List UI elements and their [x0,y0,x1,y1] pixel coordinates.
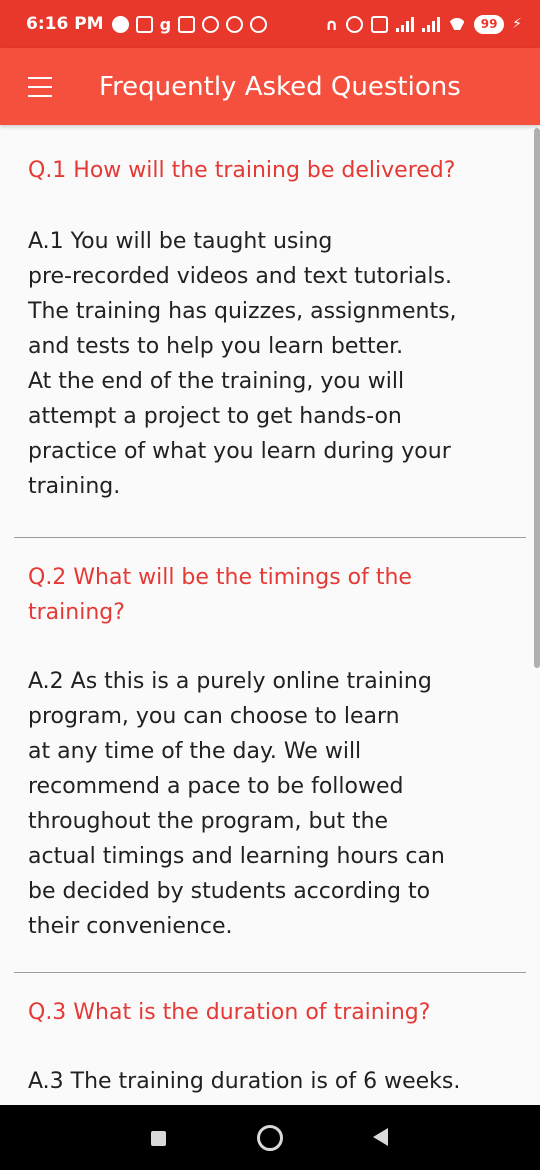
signal-icon [396,16,415,32]
hamburger-menu-icon[interactable] [28,76,52,97]
charging-icon: ⚡ [512,16,522,32]
instagram-icon [135,15,153,33]
system-icons: ∩ 99 ⚡ [325,14,522,34]
status-time: 6:16 PM [26,14,104,34]
plus-circle-icon [111,15,129,33]
navigation-bar [0,1105,540,1170]
faq-list[interactable]: Q.1 How will the training be delivered? … [0,125,540,1105]
home-circle-icon[interactable] [257,1125,283,1151]
whatsapp-icon [250,15,268,33]
signal-icon [422,16,441,32]
faq-question: Q.2 What will be the timings of the trai… [28,565,412,625]
battery-level: 99 [480,17,498,31]
battery-icon: 99 [474,14,505,34]
faq-answer: A.2 As this is a purely online training … [28,669,445,939]
alarm-icon [346,15,364,33]
recents-square-icon[interactable] [151,1131,166,1146]
page-title: Frequently Asked Questions [99,71,461,102]
whatsapp-icon [226,15,244,33]
wifi-icon [448,18,466,30]
chrome-icon [202,15,220,33]
app-bar: Frequently Asked Questions [0,48,540,125]
faq-item: Q.3 What is the duration of training? A.… [0,973,540,1099]
g-icon: g [159,14,172,34]
scrollbar[interactable] [534,128,540,668]
tl-icon [178,15,196,33]
faq-item: Q.2 What will be the timings of the trai… [0,538,540,972]
faq-answer: A.1 You will be taught using pre-recorde… [28,229,457,499]
back-triangle-icon[interactable] [373,1128,388,1146]
notification-icons: g [111,14,268,34]
faq-question: Q.3 What is the duration of training? [28,1000,431,1025]
faq-answer: A.3 The training duration is of 6 weeks. [28,1069,461,1094]
faq-item: Q.1 How will the training be delivered? … [0,125,540,537]
status-bar: 6:16 PM g ∩ 99 ⚡ [0,0,540,48]
volte-icon [371,15,389,33]
faq-question: Q.1 How will the training be delivered? [28,158,456,183]
headset-icon: ∩ [325,14,339,34]
